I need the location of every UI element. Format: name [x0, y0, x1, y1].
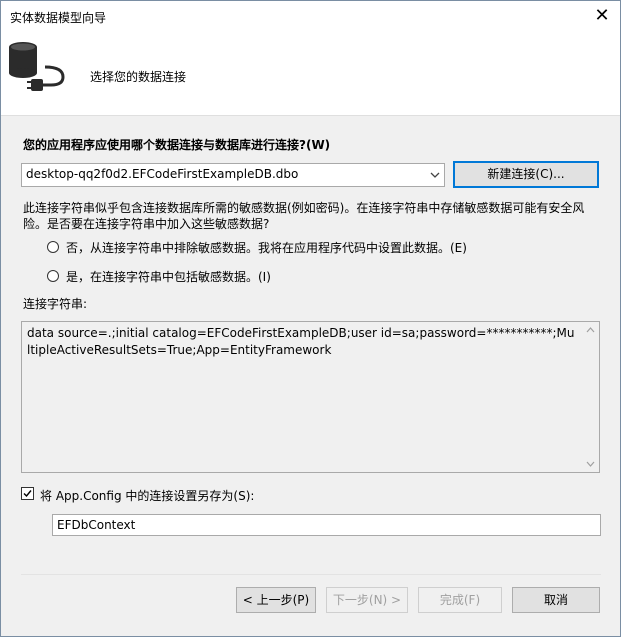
save-config-checkbox[interactable] — [21, 487, 34, 500]
context-name-value: EFDbContext — [57, 518, 136, 532]
close-icon[interactable]: ✕ — [591, 5, 613, 27]
exclude-sensitive-radio[interactable] — [47, 241, 59, 253]
header-title: 选择您的数据连接 — [90, 70, 187, 84]
divider — [21, 574, 601, 575]
connection-string-text: data source=.;initial catalog=EFCodeFirs… — [27, 326, 575, 357]
include-sensitive-label[interactable]: 是，在连接字符串中包括敏感数据。(I) — [66, 268, 271, 285]
wizard-content: 您的应用程序应使用哪个数据连接与数据库进行连接?(W) desktop-qq2f… — [1, 116, 620, 636]
chevron-down-icon — [430, 172, 440, 178]
connection-question: 您的应用程序应使用哪个数据连接与数据库进行连接?(W) — [23, 138, 331, 152]
connection-string-textarea[interactable]: data source=.;initial catalog=EFCodeFirs… — [21, 321, 600, 473]
title-bar: 实体数据模型向导 ✕ — [1, 1, 620, 31]
checkmark-icon — [23, 490, 32, 498]
include-sensitive-radio[interactable] — [47, 270, 59, 282]
context-name-input[interactable]: EFDbContext — [52, 514, 601, 536]
connection-dropdown-value: desktop-qq2f0d2.EFCodeFirstExampleDB.dbo — [26, 167, 299, 181]
connection-string-label: 连接字符串: — [23, 297, 88, 311]
back-button[interactable]: < 上一步(P) — [236, 587, 316, 613]
next-button[interactable]: 下一步(N) > — [326, 587, 408, 613]
new-connection-button[interactable]: 新建连接(C)... — [453, 161, 599, 188]
window-title: 实体数据模型向导 — [10, 11, 107, 25]
cancel-button[interactable]: 取消 — [512, 587, 600, 613]
finish-button[interactable]: 完成(F) — [418, 587, 502, 613]
connection-dropdown[interactable]: desktop-qq2f0d2.EFCodeFirstExampleDB.dbo — [21, 163, 445, 187]
database-plug-icon — [9, 42, 65, 91]
wizard-window: 实体数据模型向导 ✕ 选择您的数据连接 您的应用程序应使用哪个数据连接与数据库进… — [0, 0, 621, 637]
exclude-sensitive-label[interactable]: 否，从连接字符串中排除敏感数据。我将在应用程序代码中设置此数据。(E) — [66, 239, 467, 256]
save-config-label[interactable]: 将 App.Config 中的连接设置另存为(S): — [40, 487, 254, 504]
sensitive-data-notice: 此连接字符串似乎包含连接数据库所需的敏感数据(例如密码)。在连接字符串中存储敏感… — [23, 201, 585, 231]
vertical-scrollbar[interactable] — [583, 323, 598, 471]
wizard-header: 选择您的数据连接 — [1, 31, 620, 116]
